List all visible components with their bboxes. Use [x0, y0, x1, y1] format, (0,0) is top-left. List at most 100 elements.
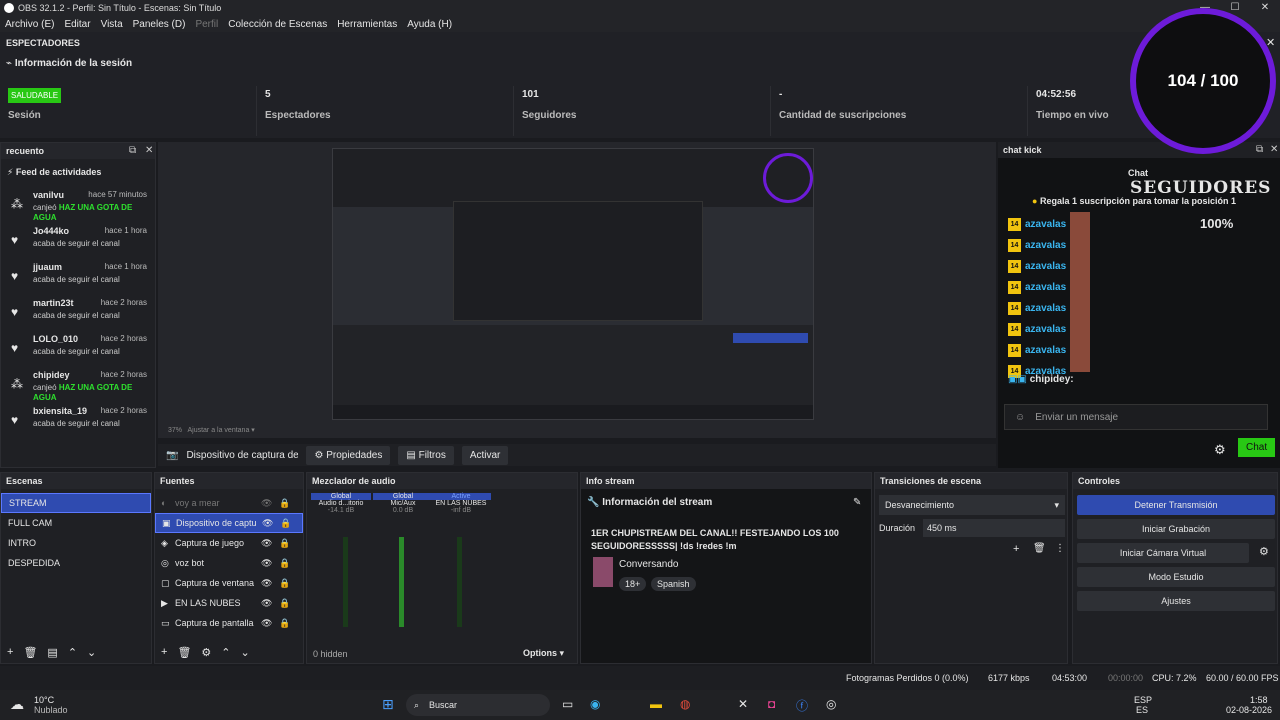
lock-icon[interactable]: 🔒: [279, 598, 290, 609]
source-item[interactable]: ▣ Dispositivo de captu 👁 🔒: [155, 513, 303, 533]
options-dropdown[interactable]: Options ▾: [523, 648, 564, 659]
lock-icon[interactable]: 🔒: [279, 538, 290, 549]
properties-button[interactable]: ⚙ Propiedades: [306, 445, 391, 465]
edit-icon[interactable]: ✎: [853, 497, 861, 508]
window-title: OBS 32.1.2 - Perfil: Sin Título - Escena…: [18, 3, 222, 13]
eye-icon[interactable]: 👁: [261, 498, 272, 509]
windows-start-icon[interactable]: ⊞: [382, 696, 394, 713]
chat-input[interactable]: ☺ Enviar un mensaje: [1004, 404, 1268, 430]
emoji-icon[interactable]: ☺: [1015, 412, 1025, 423]
source-item[interactable]: ◐ voy a mear 👁 🔒: [155, 493, 303, 513]
menu-herramientas[interactable]: Herramientas: [337, 19, 397, 30]
trash-icon[interactable]: 🗑: [1033, 543, 1046, 554]
folder-icon[interactable]: ▬: [650, 697, 662, 711]
temperature: 10°C: [34, 695, 55, 705]
source-item[interactable]: ▶ EN LAS NUBES 👁 🔒: [155, 593, 303, 613]
scene-item[interactable]: FULL CAM: [1, 513, 151, 533]
eye-icon[interactable]: 👁: [262, 518, 273, 529]
menu-coleccion[interactable]: Colección de Escenas: [228, 19, 327, 30]
close-icon[interactable]: ✕: [145, 145, 153, 156]
scene-item[interactable]: STREAM: [1, 493, 151, 513]
add-icon[interactable]: +: [7, 646, 13, 659]
menu-ayuda[interactable]: Ayuda (H): [407, 19, 452, 30]
audio-meter: [343, 537, 348, 627]
transition-select[interactable]: Desvanecimiento ▾: [879, 495, 1065, 515]
stop-stream-button[interactable]: Detener Transmisión: [1077, 495, 1275, 515]
down-icon[interactable]: ⌄: [87, 646, 96, 659]
eye-icon[interactable]: 👁: [261, 598, 272, 609]
source-item[interactable]: ◈ Captura de juego 👁 🔒: [155, 533, 303, 553]
edge-icon[interactable]: ◉: [590, 697, 600, 711]
scene-item[interactable]: DESPEDIDA: [1, 553, 151, 573]
eye-icon[interactable]: 👁: [261, 618, 272, 629]
close-window-icon[interactable]: ✕: [1250, 0, 1280, 16]
clock-time[interactable]: 1:58: [1250, 695, 1268, 705]
filter-icon[interactable]: ▤: [47, 646, 57, 659]
drops-icon: ⁂: [11, 377, 23, 391]
chrome-icon[interactable]: ◍: [680, 697, 690, 711]
up-icon[interactable]: ⌃: [68, 646, 77, 659]
float-icon[interactable]: ⧉: [129, 145, 136, 156]
add-icon[interactable]: +: [1013, 543, 1019, 555]
send-chat-button[interactable]: Chat: [1238, 438, 1276, 457]
down-icon[interactable]: ⌄: [241, 646, 250, 659]
activate-button[interactable]: Activar: [461, 445, 509, 465]
menu-editar[interactable]: Editar: [64, 19, 90, 30]
sub-badge-icon: 14: [1008, 281, 1021, 294]
duration-input[interactable]: 450 ms: [923, 519, 1065, 537]
feed-user: vanilvu: [33, 190, 65, 200]
instagram-icon[interactable]: ◘: [768, 697, 775, 711]
file-icon[interactable]: ▭: [562, 697, 573, 711]
feed-user: LOLO_010: [33, 334, 79, 344]
obs-icon[interactable]: ◎: [826, 697, 836, 711]
menu-perfil[interactable]: Perfil: [195, 19, 218, 30]
filters-button[interactable]: ▤ Filtros: [398, 445, 454, 465]
menu-vista[interactable]: Vista: [101, 19, 123, 30]
menu-archivo[interactable]: Archivo (E): [5, 19, 54, 30]
eye-icon[interactable]: 👁: [261, 558, 272, 569]
controls-panel: Controles Detener Transmisión Iniciar Gr…: [1072, 472, 1278, 664]
eye-icon[interactable]: 👁: [261, 538, 272, 549]
float-icon[interactable]: ⧉: [1256, 144, 1263, 155]
facebook-icon[interactable]: ⓕ: [796, 697, 808, 714]
start-recording-button[interactable]: Iniciar Grabación: [1077, 519, 1275, 539]
scene-item[interactable]: INTRO: [1, 533, 151, 553]
zoom-control[interactable]: 37% Ajustar a la ventana ▾: [168, 426, 255, 434]
title-bar: OBS 32.1.2 - Perfil: Sin Título - Escena…: [0, 0, 1280, 16]
lock-icon[interactable]: 🔒: [279, 558, 290, 569]
chat-kick-panel: chat kick ⧉ ✕ Chat SEGUIDORES ● Regala 1…: [998, 142, 1280, 468]
eye-icon[interactable]: 👁: [261, 578, 272, 589]
source-item[interactable]: ▢ Captura de ventana 👁 🔒: [155, 573, 303, 593]
lang-2[interactable]: ES: [1136, 705, 1148, 715]
taskbar-search[interactable]: ⌕ Buscar: [406, 694, 550, 716]
settings-button[interactable]: Ajustes: [1077, 591, 1275, 611]
source-type-icon: ▶: [161, 597, 168, 608]
lock-icon[interactable]: 🔒: [280, 518, 291, 529]
trash-icon[interactable]: 🗑: [23, 646, 37, 659]
studio-mode-button[interactable]: Modo Estudio: [1077, 567, 1275, 587]
heart-icon: ♥: [11, 269, 19, 283]
gear-icon[interactable]: ⚙: [1259, 545, 1269, 558]
add-icon[interactable]: +: [161, 646, 167, 659]
preview-canvas[interactable]: [332, 148, 814, 420]
more-icon[interactable]: ⋮: [1055, 543, 1065, 554]
source-item[interactable]: ▭ Captura de pantalla 👁 🔒: [155, 613, 303, 633]
lock-icon[interactable]: 🔒: [279, 578, 290, 589]
category-thumb: [593, 557, 613, 587]
menu-paneles[interactable]: Paneles (D): [133, 19, 186, 30]
lock-icon[interactable]: 🔒: [279, 498, 290, 509]
lang-1[interactable]: ESP: [1134, 695, 1152, 705]
virtual-camera-button[interactable]: Iniciar Cámara Virtual: [1077, 543, 1249, 563]
trash-icon[interactable]: 🗑: [177, 646, 191, 659]
gear-icon[interactable]: ⚙: [1214, 442, 1226, 458]
clock-date[interactable]: 02-08-2026: [1226, 705, 1272, 715]
x-icon[interactable]: ✕: [738, 697, 748, 711]
lock-icon[interactable]: 🔒: [279, 618, 290, 629]
source-item[interactable]: ◎ voz bot 👁 🔒: [155, 553, 303, 573]
up-icon[interactable]: ⌃: [221, 646, 230, 659]
feed-item: ⁂ chipidey hace 2 horas canjeó HAZ UNA G…: [1, 369, 157, 405]
mixer-name: EN LAS NUBES: [435, 500, 487, 507]
close-icon[interactable]: ✕: [1270, 144, 1278, 155]
cpu-usage: CPU: 7.2%: [1152, 673, 1197, 683]
gear-icon[interactable]: ⚙: [201, 646, 211, 659]
